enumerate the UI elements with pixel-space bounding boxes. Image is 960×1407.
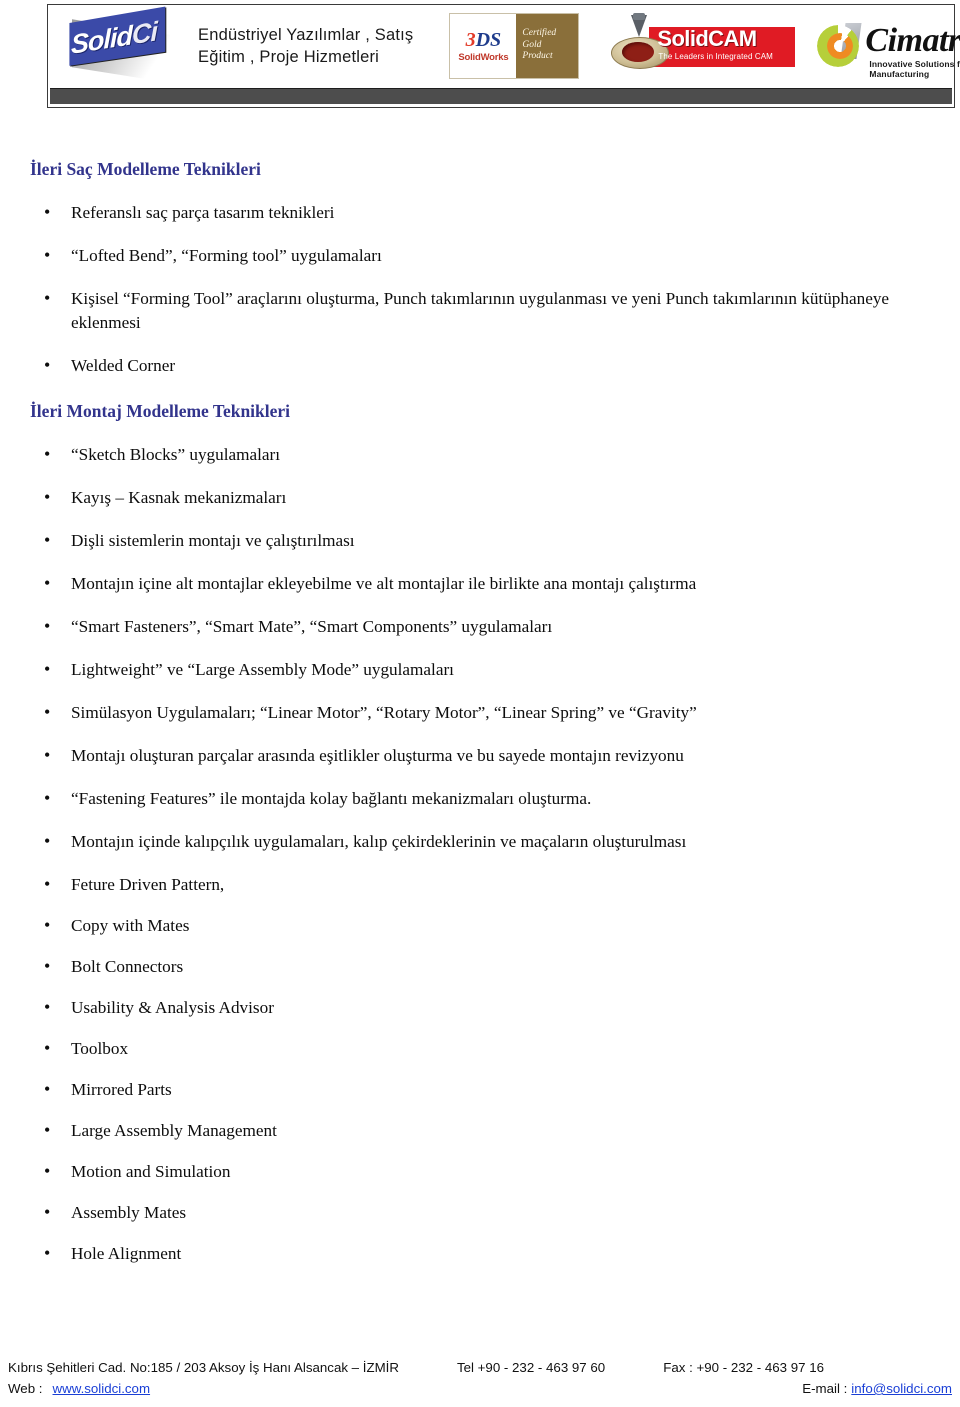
list-item: Montajın içine alt montajlar ekleyebilme… [30,571,930,596]
section-2-bullet-list: “Sketch Blocks” uygulamaları Kayış – Kas… [30,442,930,1266]
list-item: Copy with Mates [30,913,930,938]
solidworks-3ds-icon: 3DS [465,28,502,51]
footer-email-link[interactable]: info@solidci.com [851,1378,952,1399]
solidci-logo-text-main: Solid [71,20,132,60]
header-gray-divider-bar [50,88,952,104]
section-heading-sheet-metal: İleri Saç Modelleme Teknikleri [30,159,261,179]
page-header-banner: SolidCi Endüstriyel Yazılımlar , Satış E… [47,4,960,108]
list-item: Hole Alignment [30,1241,930,1266]
list-item: Motion and Simulation [30,1159,930,1184]
list-item: Usability & Analysis Advisor [30,995,930,1020]
cimatron-logo: Cimatron Innovative Solutions for Manufa… [815,15,960,79]
section-2-heading-block: İleri Montaj Modelleme Teknikleri [30,400,930,422]
list-item: Toolbox [30,1036,930,1061]
list-item: Referanslı saç parça tasarım teknikleri [30,200,930,225]
list-item: Simülasyon Uygulamaları; “Linear Motor”,… [30,700,930,725]
list-item: “Smart Fasteners”, “Smart Mate”, “Smart … [30,614,930,639]
list-item: Large Assembly Management [30,1118,930,1143]
section-1-heading-block: İleri Saç Modelleme Teknikleri [30,158,930,180]
footer-website-link[interactable]: www.solidci.com [53,1378,151,1399]
list-item: Kişisel “Forming Tool” araçlarını oluştu… [30,286,930,335]
cimatron-wordmark: Cimatron [865,22,960,59]
footer-address: Kıbrıs Şehitleri Cad. No:185 / 203 Aksoy… [8,1360,399,1375]
list-item: “Fastening Features” ile montajda kolay … [30,786,930,811]
footer-web-row: Web : www.solidci.com E-mail : info@soli… [0,1378,960,1399]
list-item: Mirrored Parts [30,1077,930,1102]
solidci-logo-text-accent: Ci [132,16,157,51]
solidworks-mark: 3DS SolidWorks [450,14,517,78]
page-footer: Kıbrıs Şehitleri Cad. No:185 / 203 Aksoy… [0,1357,960,1399]
solidcam-wordmark: SolidCAM [657,26,757,51]
solidcam-logo: SolidCAM The Leaders in Integrated CAM [605,13,796,79]
list-item: Montajı oluşturan parçalar arasında eşit… [30,743,930,768]
header-tagline: Endüstriyel Yazılımlar , Satış Eğitim , … [198,26,414,66]
list-item: Welded Corner [30,353,930,378]
list-item: “Lofted Bend”, “Forming tool” uygulamala… [30,243,930,268]
list-item: Montajın içinde kalıpçılık uygulamaları,… [30,829,930,854]
solidworks-certified-gold-badge: 3DS SolidWorks Certified Gold Product [449,13,580,79]
list-item: Bolt Connectors [30,954,930,979]
footer-web-label: Web : [8,1381,43,1396]
cimatron-tagline: Innovative Solutions for Manufacturing [869,59,960,79]
solidcam-tool-holder-icon [633,13,646,20]
list-item: “Sketch Blocks” uygulamaları [30,442,930,467]
footer-telephone: Tel +90 - 232 - 463 97 60 [456,1360,606,1375]
list-item: Dişli sistemlerin montajı ve çalıştırılm… [30,528,930,553]
solidworks-wordmark: SolidWorks [458,51,509,63]
footer-contact-row: Kıbrıs Şehitleri Cad. No:185 / 203 Aksoy… [0,1357,960,1378]
solidworks-certification-text: Certified Gold Product [516,14,579,78]
header-logos-row: SolidCi Endüstriyel Yazılımlar , Satış E… [48,5,960,87]
list-item: Feture Driven Pattern, [30,872,930,897]
section-1-bullet-list: Referanslı saç parça tasarım teknikleri … [30,200,930,378]
solidci-logo: SolidCi [62,6,174,83]
document-content: İleri Saç Modelleme Teknikleri Referansl… [30,158,930,1283]
list-item: Kayış – Kasnak mekanizmaları [30,485,930,510]
section-heading-assembly: İleri Montaj Modelleme Teknikleri [30,401,291,421]
solidcam-tagline: The Leaders in Integrated CAM [658,52,773,61]
list-item: Lightweight” ve “Large Assembly Mode” uy… [30,657,930,682]
footer-fax: Fax : +90 - 232 - 463 97 16 [663,1360,824,1375]
list-item: Assembly Mates [30,1200,930,1225]
footer-email-label: E-mail : [802,1381,848,1396]
